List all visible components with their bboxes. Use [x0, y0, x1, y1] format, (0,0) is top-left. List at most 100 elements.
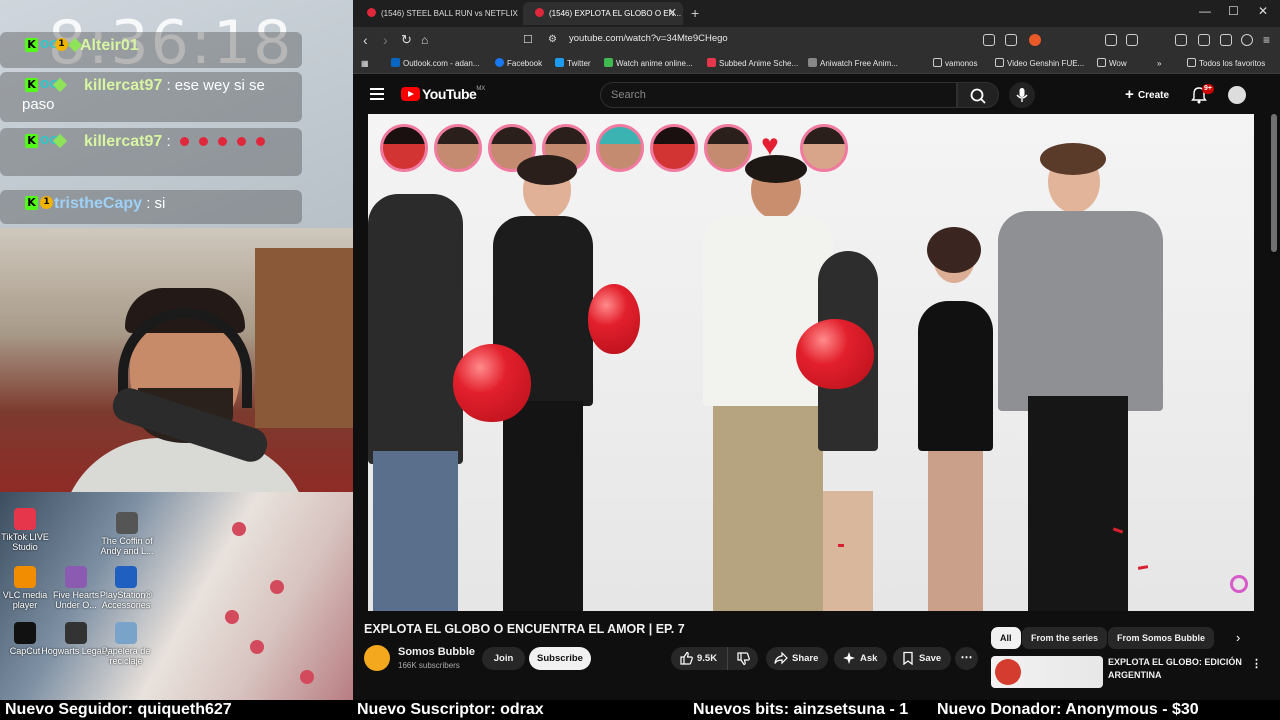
hamburger-menu-icon[interactable] [370, 88, 384, 103]
folder-icon [995, 58, 1004, 67]
bookmark-icon[interactable]: ☐ [523, 31, 533, 49]
youtube-favicon-icon [367, 8, 376, 17]
contestant-avatar [650, 124, 698, 172]
bookmark-item[interactable]: Watch anime online... [604, 57, 693, 70]
chevron-right-icon[interactable]: › [1236, 630, 1240, 645]
confetti [838, 544, 844, 547]
maximize-button[interactable]: ☐ [1228, 4, 1239, 18]
bookmark-label: Wow [1109, 59, 1127, 68]
desktop-icon-recycle-bin[interactable]: Papelera de reciclaje [91, 622, 161, 666]
bookmark-label: Todos los favoritos [1199, 59, 1266, 68]
back-icon[interactable]: ‹ [363, 31, 368, 49]
anime-site-icon [604, 58, 613, 67]
chip-from-series[interactable]: From the series [1022, 627, 1108, 649]
emote-icon [179, 137, 189, 146]
reload-icon[interactable]: ↻ [401, 31, 412, 49]
screen: 8:36:18 K OG 1 Alteir01 K OG killercat97 [0, 0, 1280, 720]
save-button[interactable]: Save [893, 647, 952, 670]
chat-badges: K OG [25, 77, 68, 93]
music-icon[interactable] [1175, 34, 1187, 46]
search-input[interactable]: Search [600, 82, 957, 108]
voice-search-button[interactable] [1009, 82, 1035, 108]
chip-all[interactable]: All [991, 627, 1021, 649]
bookmarks-overflow-icon[interactable]: » [1157, 57, 1161, 70]
balloon [796, 319, 874, 389]
channel-name[interactable]: Somos Bubble [398, 646, 475, 658]
share-page-icon[interactable] [1005, 34, 1017, 46]
bookmark-item[interactable]: Twitter [555, 57, 591, 70]
emote-icon [217, 137, 227, 146]
recommended-thumbnail[interactable] [991, 656, 1103, 688]
browser-tab-active[interactable]: (1546) EXPLOTA EL GLOBO O EN... ✕ [523, 2, 683, 25]
wallet-icon[interactable] [1220, 34, 1232, 46]
recycle-bin-icon [115, 622, 137, 644]
bookmark-folder[interactable]: Wow [1097, 57, 1127, 70]
chat-username: killercat97 [84, 77, 163, 94]
search-button[interactable] [957, 82, 999, 108]
ask-button[interactable]: Ask [834, 647, 888, 670]
youtube-logo[interactable]: YouTubeMX [401, 86, 485, 104]
extension-icon[interactable] [1126, 34, 1138, 46]
url-input[interactable]: youtube.com/watch?v=34Mte9CHego [569, 33, 728, 44]
bookmark-item[interactable]: Subbed Anime Sche... [707, 57, 798, 70]
apps-icon[interactable]: ▦ [361, 57, 369, 70]
youtube-wordmark: YouTube [422, 86, 477, 102]
bookmark-item[interactable]: Outlook.com - adan... [391, 57, 479, 70]
folder-icon [1097, 58, 1106, 67]
account-avatar[interactable] [1228, 86, 1246, 104]
ticker-donor: Nuevo Donador: Anonymous - $30 [937, 701, 1199, 718]
share-icon [774, 651, 788, 665]
desktop-icon-tiktok[interactable]: TikTok LIVE Studio [0, 508, 60, 552]
share-button[interactable]: Share [766, 647, 829, 670]
desktop-icon-playstation[interactable]: PlayStation® Accessories [91, 566, 161, 610]
desktop-icon-coffin[interactable]: The Coffin of Andy and L... [92, 512, 162, 556]
channel-avatar[interactable] [364, 645, 390, 671]
sidebar-icon[interactable] [1198, 34, 1210, 46]
new-tab-button[interactable]: + [691, 2, 699, 25]
youtube-favicon-icon [535, 8, 544, 17]
close-window-button[interactable]: ✕ [1258, 4, 1268, 18]
chat-text: : si [146, 195, 166, 212]
like-button[interactable]: 9.5K [671, 647, 729, 670]
twitter-icon [555, 58, 564, 67]
chat-emotes: : [166, 133, 269, 150]
bookmarks-bar: ▦ Outlook.com - adan... Facebook Twitter… [353, 54, 1280, 74]
game-icon [65, 622, 87, 644]
browser-tab[interactable]: (1546) STEEL BALL RUN vs NETFLIX ¿ [355, 2, 520, 25]
close-tab-icon[interactable]: ✕ [668, 2, 677, 25]
home-icon[interactable]: ⌂ [421, 31, 428, 49]
vpn-icon[interactable] [1241, 34, 1253, 46]
extensions-icon[interactable] [1105, 34, 1117, 46]
chat-message: K OG killercat97 : [0, 128, 302, 176]
minimize-button[interactable]: — [1199, 4, 1211, 18]
chat-badges: K OG [25, 133, 68, 149]
menu-icon[interactable]: ≡ [1263, 31, 1270, 49]
forward-icon[interactable]: › [383, 31, 388, 49]
site-info-icon[interactable]: ⚙ [548, 31, 557, 49]
recommended-title[interactable]: EXPLOTA EL GLOBO: EDICIÓN ARGENTINA [1108, 656, 1248, 682]
subscribe-button[interactable]: Subscribe [529, 647, 591, 670]
recommended-menu-icon[interactable]: ⋮ [1251, 657, 1262, 670]
all-bookmarks-folder[interactable]: Todos los favoritos [1187, 57, 1265, 70]
bookmark-folder[interactable]: vamonos [933, 57, 977, 70]
chip-from-channel[interactable]: From Somos Bubble [1108, 627, 1215, 649]
create-button[interactable]: + Create [1117, 82, 1177, 108]
bookmark-label: Aniwatch Free Anim... [820, 59, 898, 68]
cast-icon[interactable] [983, 34, 995, 46]
og-badge-icon: OG [40, 78, 59, 91]
capcut-icon [14, 622, 36, 644]
subscriber-count: 166K subscribers [398, 661, 460, 670]
bookmark-item[interactable]: Aniwatch Free Anim... [808, 57, 898, 70]
dislike-button[interactable] [731, 647, 758, 670]
page-scrollbar[interactable] [1271, 114, 1277, 252]
chat-badges: K OG 1 [25, 37, 83, 53]
bookmark-item[interactable]: Facebook [495, 57, 542, 70]
video-player[interactable]: ♥ [368, 114, 1254, 611]
join-button[interactable]: Join [482, 647, 525, 670]
tab-strip: (1546) STEEL BALL RUN vs NETFLIX ¿ (1546… [353, 0, 1280, 27]
webcam-feed [0, 228, 353, 492]
ticker-follower: Nuevo Seguidor: quiqueth627 [5, 701, 232, 718]
more-actions-button[interactable]: ⋯ [955, 647, 978, 670]
bookmark-folder[interactable]: Video Genshin FUE... [995, 57, 1084, 70]
brave-shield-icon[interactable] [1029, 34, 1041, 46]
